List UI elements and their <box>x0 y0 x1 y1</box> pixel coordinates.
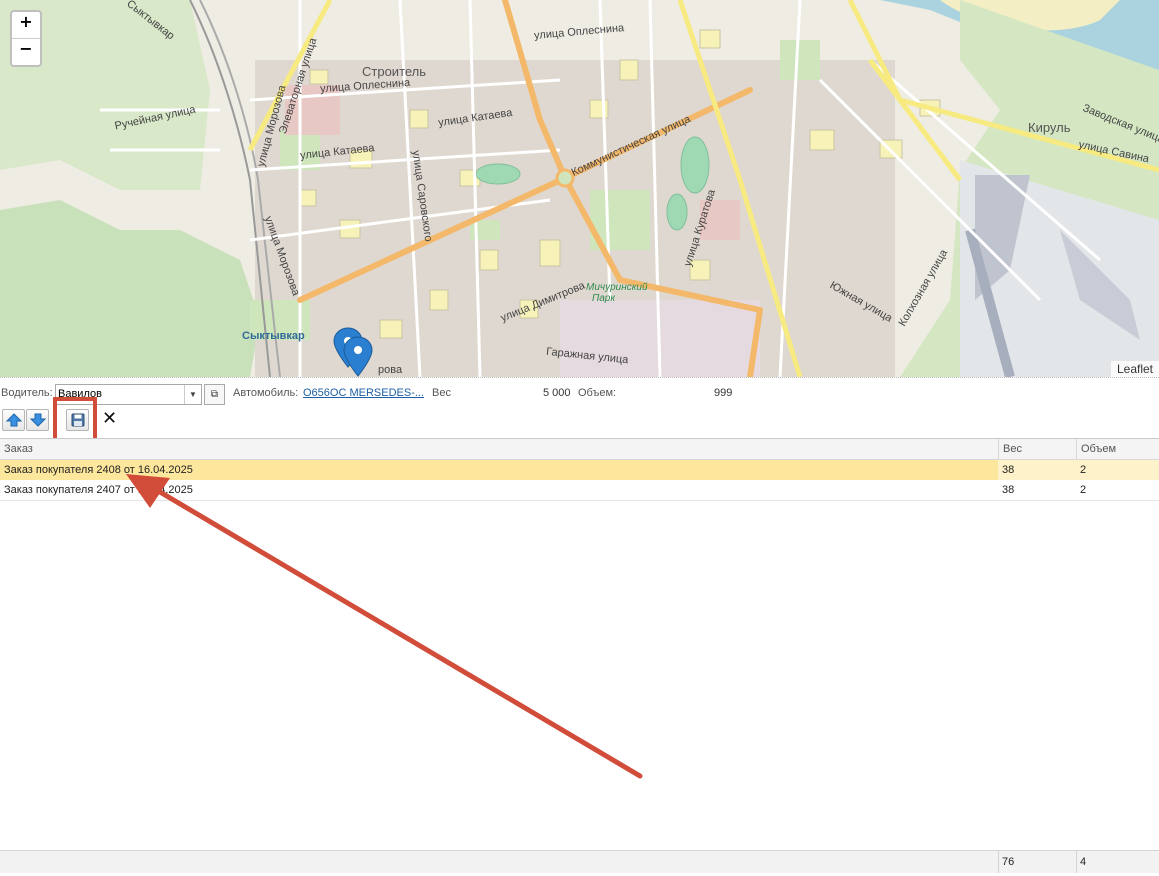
move-down-button[interactable] <box>26 409 49 431</box>
volume-cell: 2 <box>1080 484 1087 496</box>
order-cell: Заказ покупателя 2407 от 15.04.2025 <box>4 484 193 496</box>
map-view[interactable]: Строитель Кируль Сыктывкар Сыктывкар ули… <box>0 0 1159 377</box>
open-driver-button[interactable]: ⧉ <box>204 384 225 405</box>
total-volume: 4 <box>1080 856 1087 868</box>
map-label-dimitrova-partial: рова <box>378 364 403 376</box>
table-footer: 76 4 <box>0 850 1159 873</box>
table-row[interactable]: Заказ покупателя 2408 от 16.04.2025 38 2 <box>0 460 1159 480</box>
driver-value: Вавилов <box>58 388 102 400</box>
move-up-button[interactable] <box>2 409 25 431</box>
total-weight: 76 <box>1002 856 1015 868</box>
chevron-down-icon[interactable]: ▼ <box>184 385 201 404</box>
table-header: Заказ Вес Объем <box>0 439 1159 460</box>
map-label-park: Парк <box>592 293 616 304</box>
zoom-out-button[interactable]: − <box>12 38 40 65</box>
map-tiles <box>0 0 1159 377</box>
orders-table: Заказ Вес Объем Заказ покупателя 2408 от… <box>0 438 1159 851</box>
car-link[interactable]: О656ОС MERSEDES-... <box>303 387 424 399</box>
zoom-in-button[interactable]: + <box>12 12 40 38</box>
map-label-stroitel: Строитель <box>362 64 427 79</box>
weight-value: 5 000 <box>543 387 571 399</box>
splitter[interactable] <box>0 377 1159 382</box>
toolbar: ✕ <box>0 408 600 432</box>
column-weight[interactable]: Вес <box>1003 443 1022 455</box>
weight-cell: 38 <box>998 460 1076 480</box>
map-label-syktyvkar: Сыктывкар <box>242 330 305 342</box>
table-row[interactable]: Заказ покупателя 2407 от 15.04.2025 38 2 <box>0 480 1159 500</box>
save-button[interactable] <box>66 409 89 431</box>
save-icon <box>71 413 84 427</box>
driver-label: Водитель: <box>1 387 53 399</box>
car-label: Автомобиль: <box>233 387 299 399</box>
map-label-kirul: Кируль <box>1028 120 1071 135</box>
map-label-michurinsky: Мичуринский <box>586 282 648 293</box>
zoom-control: + − <box>10 10 42 67</box>
driver-field[interactable]: Вавилов ▼ <box>55 384 202 405</box>
open-form-icon: ⧉ <box>210 389 219 400</box>
arrow-up-icon <box>5 413 22 427</box>
volume-cell: 2 <box>1076 460 1159 480</box>
volume-label: Объем: <box>578 387 617 399</box>
map-attribution[interactable]: Leaflet <box>1110 361 1159 377</box>
arrow-down-icon <box>29 413 46 427</box>
column-volume[interactable]: Объем <box>1081 443 1116 455</box>
column-order[interactable]: Заказ <box>4 443 33 455</box>
order-cell: Заказ покупателя 2408 от 16.04.2025 <box>0 460 998 480</box>
weight-label: Вес <box>432 387 451 399</box>
close-icon[interactable]: ✕ <box>99 409 120 429</box>
weight-cell: 38 <box>1002 484 1015 496</box>
route-header: Водитель: Вавилов ▼ ⧉ Автомобиль: О656ОС… <box>0 383 1159 405</box>
volume-value: 999 <box>714 387 733 399</box>
